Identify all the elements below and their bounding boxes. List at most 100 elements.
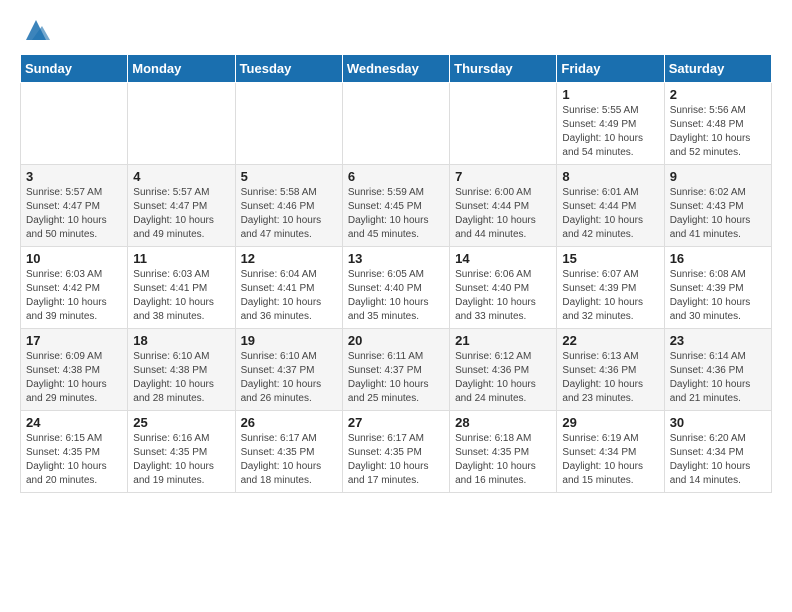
- day-number: 12: [241, 251, 337, 266]
- calendar-cell: 19 Sunrise: 6:10 AM Sunset: 4:37 PM Dayli…: [235, 329, 342, 411]
- day-info: Sunrise: 6:19 AM Sunset: 4:34 PM Dayligh…: [562, 432, 658, 488]
- day-number: 5: [241, 169, 337, 184]
- weekday-header-tuesday: Tuesday: [235, 55, 342, 83]
- calendar-cell: 23 Sunrise: 6:14 AM Sunset: 4:36 PM Dayli…: [664, 329, 771, 411]
- day-number: 22: [562, 333, 658, 348]
- day-info: Sunrise: 6:10 AM Sunset: 4:38 PM Dayligh…: [133, 350, 229, 406]
- calendar-cell: 7 Sunrise: 6:00 AM Sunset: 4:44 PM Daylig…: [450, 165, 557, 247]
- day-number: 28: [455, 415, 551, 430]
- calendar-cell: 30 Sunrise: 6:20 AM Sunset: 4:34 PM Dayli…: [664, 411, 771, 493]
- calendar-cell: 22Sunrise: 6:13 AM Sunset: 4:36 PM Dayli…: [557, 329, 664, 411]
- day-info: Sunrise: 6:14 AM Sunset: 4:36 PM Dayligh…: [670, 350, 766, 406]
- calendar-cell: 20 Sunrise: 6:11 AM Sunset: 4:37 PM Dayli…: [342, 329, 449, 411]
- calendar-cell: 1 Sunrise: 5:55 AM Sunset: 4:49 PM Daylig…: [557, 83, 664, 165]
- day-number: 11: [133, 251, 229, 266]
- day-info: Sunrise: 6:06 AM Sunset: 4:40 PM Dayligh…: [455, 268, 551, 324]
- day-info: Sunrise: 6:20 AM Sunset: 4:34 PM Dayligh…: [670, 432, 766, 488]
- day-info: Sunrise: 5:55 AM Sunset: 4:49 PM Dayligh…: [562, 104, 658, 160]
- day-info: Sunrise: 6:09 AM Sunset: 4:38 PM Dayligh…: [26, 350, 122, 406]
- day-info: Sunrise: 6:03 AM Sunset: 4:42 PM Dayligh…: [26, 268, 122, 324]
- calendar-cell: 26Sunrise: 6:17 AM Sunset: 4:35 PM Dayli…: [235, 411, 342, 493]
- calendar-cell: 18 Sunrise: 6:10 AM Sunset: 4:38 PM Dayli…: [128, 329, 235, 411]
- day-info: Sunrise: 6:00 AM Sunset: 4:44 PM Dayligh…: [455, 186, 551, 242]
- day-number: 8: [562, 169, 658, 184]
- day-info: Sunrise: 6:10 AM Sunset: 4:37 PM Dayligh…: [241, 350, 337, 406]
- weekday-header-saturday: Saturday: [664, 55, 771, 83]
- header: [20, 16, 772, 44]
- day-number: 7: [455, 169, 551, 184]
- weekday-header-wednesday: Wednesday: [342, 55, 449, 83]
- calendar-cell: 13 Sunrise: 6:05 AM Sunset: 4:40 PM Dayli…: [342, 247, 449, 329]
- day-info: Sunrise: 6:12 AM Sunset: 4:36 PM Dayligh…: [455, 350, 551, 406]
- calendar-week-row: 17 Sunrise: 6:09 AM Sunset: 4:38 PM Dayli…: [21, 329, 772, 411]
- calendar-cell: 8 Sunrise: 6:01 AM Sunset: 4:44 PM Daylig…: [557, 165, 664, 247]
- day-number: 4: [133, 169, 229, 184]
- day-info: Sunrise: 6:16 AM Sunset: 4:35 PM Dayligh…: [133, 432, 229, 488]
- day-info: Sunrise: 6:15 AM Sunset: 4:35 PM Dayligh…: [26, 432, 122, 488]
- calendar-cell: [450, 83, 557, 165]
- calendar-cell: 15Sunrise: 6:07 AM Sunset: 4:39 PM Dayli…: [557, 247, 664, 329]
- calendar-cell: 5 Sunrise: 5:58 AM Sunset: 4:46 PM Daylig…: [235, 165, 342, 247]
- calendar-cell: 29 Sunrise: 6:19 AM Sunset: 4:34 PM Dayli…: [557, 411, 664, 493]
- day-number: 15: [562, 251, 658, 266]
- page: SundayMondayTuesdayWednesdayThursdayFrid…: [0, 0, 792, 612]
- day-number: 17: [26, 333, 122, 348]
- weekday-header-monday: Monday: [128, 55, 235, 83]
- calendar-week-row: 10 Sunrise: 6:03 AM Sunset: 4:42 PM Dayli…: [21, 247, 772, 329]
- calendar-cell: [235, 83, 342, 165]
- day-number: 19: [241, 333, 337, 348]
- calendar-cell: 6 Sunrise: 5:59 AM Sunset: 4:45 PM Daylig…: [342, 165, 449, 247]
- day-info: Sunrise: 6:18 AM Sunset: 4:35 PM Dayligh…: [455, 432, 551, 488]
- day-number: 25: [133, 415, 229, 430]
- calendar-cell: 21Sunrise: 6:12 AM Sunset: 4:36 PM Dayli…: [450, 329, 557, 411]
- calendar-cell: 3Sunrise: 5:57 AM Sunset: 4:47 PM Daylig…: [21, 165, 128, 247]
- day-number: 1: [562, 87, 658, 102]
- day-number: 6: [348, 169, 444, 184]
- calendar-cell: [21, 83, 128, 165]
- calendar-cell: 9Sunrise: 6:02 AM Sunset: 4:43 PM Daylig…: [664, 165, 771, 247]
- day-info: Sunrise: 5:57 AM Sunset: 4:47 PM Dayligh…: [133, 186, 229, 242]
- logo: [20, 16, 50, 44]
- day-info: Sunrise: 6:04 AM Sunset: 4:41 PM Dayligh…: [241, 268, 337, 324]
- day-number: 23: [670, 333, 766, 348]
- calendar-cell: 16Sunrise: 6:08 AM Sunset: 4:39 PM Dayli…: [664, 247, 771, 329]
- day-info: Sunrise: 6:05 AM Sunset: 4:40 PM Dayligh…: [348, 268, 444, 324]
- calendar-cell: 25 Sunrise: 6:16 AM Sunset: 4:35 PM Dayli…: [128, 411, 235, 493]
- calendar-cell: [342, 83, 449, 165]
- day-number: 14: [455, 251, 551, 266]
- weekday-header-sunday: Sunday: [21, 55, 128, 83]
- day-info: Sunrise: 6:02 AM Sunset: 4:43 PM Dayligh…: [670, 186, 766, 242]
- calendar-week-row: 3Sunrise: 5:57 AM Sunset: 4:47 PM Daylig…: [21, 165, 772, 247]
- day-number: 20: [348, 333, 444, 348]
- calendar-table: SundayMondayTuesdayWednesdayThursdayFrid…: [20, 54, 772, 493]
- weekday-header-thursday: Thursday: [450, 55, 557, 83]
- day-number: 29: [562, 415, 658, 430]
- day-info: Sunrise: 5:57 AM Sunset: 4:47 PM Dayligh…: [26, 186, 122, 242]
- calendar-cell: 2 Sunrise: 5:56 AM Sunset: 4:48 PM Daylig…: [664, 83, 771, 165]
- day-info: Sunrise: 6:03 AM Sunset: 4:41 PM Dayligh…: [133, 268, 229, 324]
- day-number: 18: [133, 333, 229, 348]
- day-info: Sunrise: 6:01 AM Sunset: 4:44 PM Dayligh…: [562, 186, 658, 242]
- day-number: 13: [348, 251, 444, 266]
- calendar-cell: 12 Sunrise: 6:04 AM Sunset: 4:41 PM Dayli…: [235, 247, 342, 329]
- day-number: 27: [348, 415, 444, 430]
- day-info: Sunrise: 6:17 AM Sunset: 4:35 PM Dayligh…: [348, 432, 444, 488]
- calendar-cell: [128, 83, 235, 165]
- day-number: 24: [26, 415, 122, 430]
- calendar-cell: 4 Sunrise: 5:57 AM Sunset: 4:47 PM Daylig…: [128, 165, 235, 247]
- day-info: Sunrise: 5:56 AM Sunset: 4:48 PM Dayligh…: [670, 104, 766, 160]
- calendar-cell: 27 Sunrise: 6:17 AM Sunset: 4:35 PM Dayli…: [342, 411, 449, 493]
- day-number: 2: [670, 87, 766, 102]
- calendar-week-row: 24 Sunrise: 6:15 AM Sunset: 4:35 PM Dayli…: [21, 411, 772, 493]
- day-info: Sunrise: 6:11 AM Sunset: 4:37 PM Dayligh…: [348, 350, 444, 406]
- weekday-header-row: SundayMondayTuesdayWednesdayThursdayFrid…: [21, 55, 772, 83]
- day-number: 30: [670, 415, 766, 430]
- calendar-cell: 24 Sunrise: 6:15 AM Sunset: 4:35 PM Dayli…: [21, 411, 128, 493]
- day-number: 16: [670, 251, 766, 266]
- day-info: Sunrise: 5:58 AM Sunset: 4:46 PM Dayligh…: [241, 186, 337, 242]
- day-number: 10: [26, 251, 122, 266]
- calendar-cell: 14 Sunrise: 6:06 AM Sunset: 4:40 PM Dayli…: [450, 247, 557, 329]
- calendar-week-row: 1 Sunrise: 5:55 AM Sunset: 4:49 PM Daylig…: [21, 83, 772, 165]
- day-number: 26: [241, 415, 337, 430]
- day-info: Sunrise: 5:59 AM Sunset: 4:45 PM Dayligh…: [348, 186, 444, 242]
